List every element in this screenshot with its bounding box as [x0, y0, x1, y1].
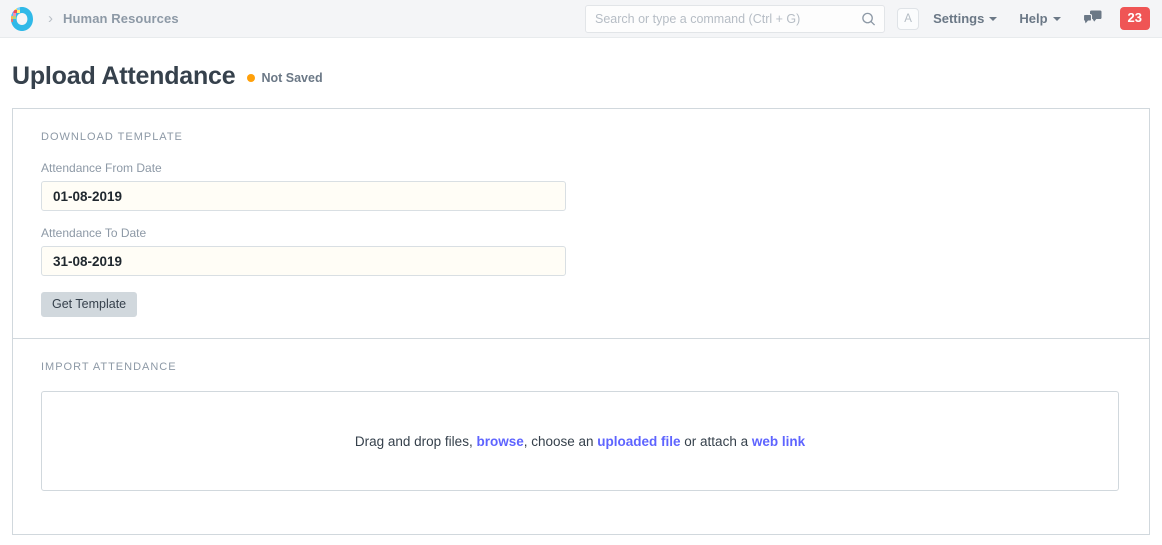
section-heading-download: DOWNLOAD TEMPLATE	[41, 131, 1121, 143]
help-menu[interactable]: Help	[1019, 11, 1060, 26]
field-label-from-date: Attendance From Date	[41, 161, 566, 175]
navbar-search-container	[585, 5, 885, 33]
search-input[interactable]	[586, 6, 884, 32]
dropzone-message: Drag and drop files, browse, choose an u…	[355, 434, 805, 449]
file-dropzone[interactable]: Drag and drop files, browse, choose an u…	[41, 391, 1119, 491]
title-row: Upload Attendance Not Saved	[12, 62, 1162, 91]
settings-menu[interactable]: Settings	[933, 11, 997, 26]
help-label: Help	[1019, 11, 1047, 26]
section-heading-import: IMPORT ATTENDANCE	[41, 361, 1121, 373]
app-logo[interactable]	[8, 5, 36, 33]
field-attendance-from-date: Attendance From Date	[41, 161, 566, 211]
uploaded-file-link[interactable]: uploaded file	[597, 434, 680, 449]
frappe-logo-icon	[9, 6, 35, 32]
navbar-left-group: › Human Resources	[8, 5, 179, 33]
dropzone-mid-text-2: or attach a	[681, 434, 752, 449]
status-label: Not Saved	[261, 71, 322, 85]
chat-bubbles-icon[interactable]	[1083, 10, 1102, 27]
settings-label: Settings	[933, 11, 984, 26]
notification-badge[interactable]: 23	[1120, 7, 1150, 30]
breadcrumb-chevron-icon: ›	[48, 11, 53, 26]
page-title: Upload Attendance	[12, 62, 235, 91]
section-download-template: DOWNLOAD TEMPLATE Attendance From Date A…	[13, 109, 1149, 317]
field-attendance-to-date: Attendance To Date	[41, 226, 566, 276]
status-dot-icon	[247, 74, 255, 82]
avatar[interactable]: A	[897, 8, 919, 30]
dropzone-prefix-text: Drag and drop files,	[355, 434, 477, 449]
form-card: DOWNLOAD TEMPLATE Attendance From Date A…	[12, 108, 1150, 535]
browse-link[interactable]: browse	[476, 434, 523, 449]
attendance-from-date-input[interactable]	[41, 181, 566, 211]
navbar-right-group: A Settings Help 23	[897, 7, 1150, 30]
chevron-down-icon	[989, 17, 997, 21]
search-box[interactable]	[585, 5, 885, 33]
breadcrumb-human-resources[interactable]: Human Resources	[63, 11, 179, 26]
search-icon[interactable]	[861, 12, 876, 27]
status-badge: Not Saved	[247, 71, 322, 85]
dropzone-mid-text-1: , choose an	[524, 434, 598, 449]
attendance-to-date-input[interactable]	[41, 246, 566, 276]
chevron-down-icon	[1053, 17, 1061, 21]
get-template-button[interactable]: Get Template	[41, 292, 137, 317]
page-header: Upload Attendance Not Saved	[0, 38, 1162, 108]
field-label-to-date: Attendance To Date	[41, 226, 566, 240]
web-link-link[interactable]: web link	[752, 434, 805, 449]
top-navbar: › Human Resources A Settings Help	[0, 0, 1162, 38]
section-import-attendance: IMPORT ATTENDANCE Drag and drop files, b…	[13, 338, 1149, 491]
